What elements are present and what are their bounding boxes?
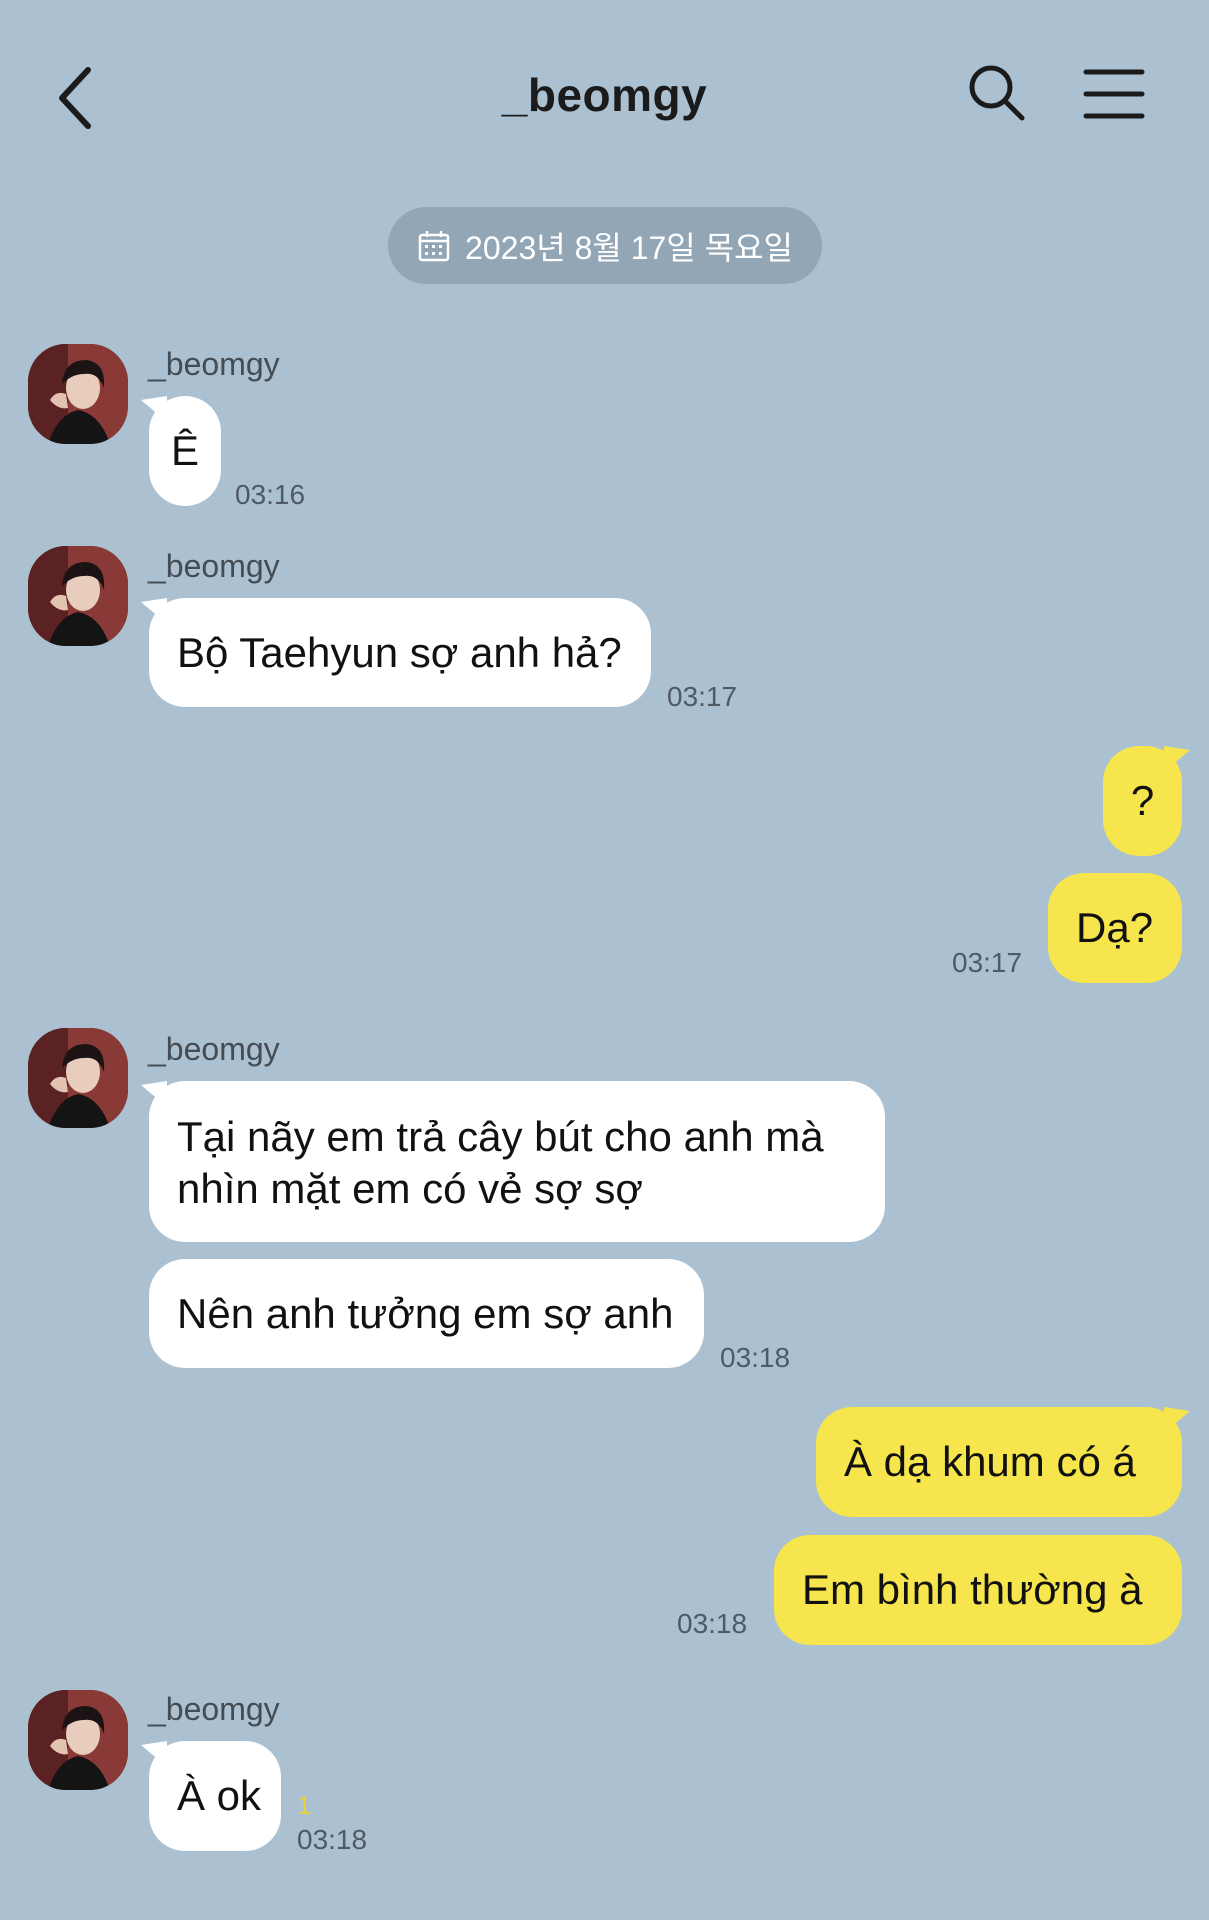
menu-button[interactable] <box>1082 66 1146 122</box>
sender-name: _beomgy <box>148 1031 280 1067</box>
message-bubble[interactable]: Dạ? <box>1048 873 1182 983</box>
date-separator: 2023년 8월 17일 목요일 <box>388 207 822 284</box>
message-bubble[interactable]: Em bình thường à <box>774 1535 1182 1645</box>
sender-name: _beomgy <box>148 548 280 584</box>
message-time: 03:17 <box>667 681 738 712</box>
avatar[interactable] <box>28 1028 128 1128</box>
chat-screen: _beomgy 2023년 8월 17일 목요일 _beomgy Ê 03:16… <box>0 0 1209 1920</box>
sender-name: _beomgy <box>148 1691 280 1727</box>
message-bubble[interactable]: À ok <box>149 1741 281 1851</box>
message-time: 03:16 <box>235 479 306 510</box>
message-line: nhìn mặt em có vẻ sợ sợ <box>177 1165 643 1212</box>
calendar-icon <box>418 230 450 261</box>
message-bubble[interactable]: Bộ Taehyun sợ anh hả? <box>149 598 651 707</box>
profile-photo <box>28 546 128 646</box>
profile-photo <box>28 1690 128 1790</box>
search-button[interactable] <box>966 62 1028 124</box>
message-bubble[interactable]: Tại nãy em trả cây bút cho anh mà nhìn m… <box>149 1081 885 1242</box>
message-time: 03:18 <box>297 1824 368 1855</box>
message-time: 03:17 <box>952 947 1023 978</box>
message-bubble[interactable]: Ê <box>149 396 221 506</box>
search-icon <box>969 65 1025 121</box>
message-line: Tại nãy em trả cây bút cho anh mà <box>177 1113 824 1160</box>
message-time: 03:18 <box>720 1342 791 1373</box>
hamburger-menu-icon <box>1083 69 1145 119</box>
sender-name: _beomgy <box>148 346 280 382</box>
message-time: 03:18 <box>677 1608 748 1639</box>
avatar[interactable] <box>28 1690 128 1790</box>
profile-photo <box>28 1028 128 1128</box>
message-bubble[interactable]: Nên anh tưởng em sợ anh <box>149 1259 704 1368</box>
avatar[interactable] <box>28 546 128 646</box>
avatar[interactable] <box>28 344 128 444</box>
date-text: 2023년 8월 17일 목요일 <box>465 229 793 266</box>
profile-photo <box>28 344 128 444</box>
unread-count: 1 <box>297 1790 312 1820</box>
message-bubble[interactable]: ? <box>1103 746 1182 856</box>
message-bubble[interactable]: À dạ khum có á <box>816 1407 1182 1517</box>
